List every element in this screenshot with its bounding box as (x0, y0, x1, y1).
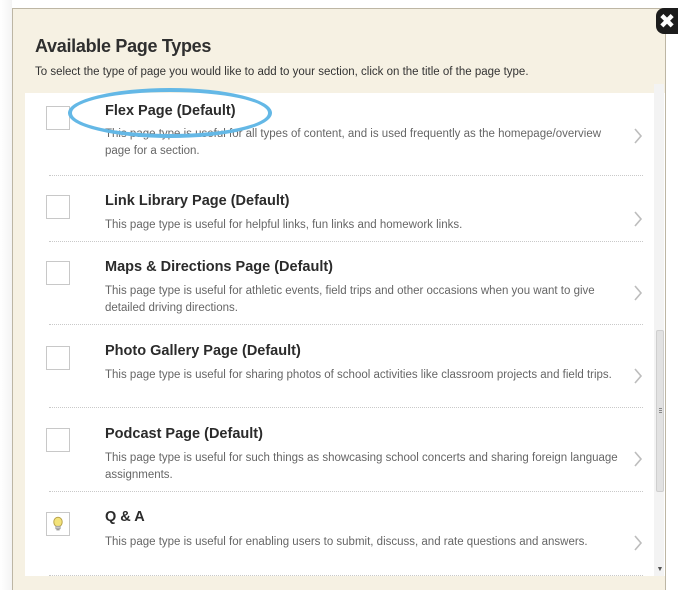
dialog-footer-edge (12, 576, 666, 590)
empty-box-icon (46, 195, 70, 219)
page-type-description: This page type is useful for helpful lin… (105, 219, 463, 231)
empty-box-icon (46, 428, 70, 452)
empty-box-icon (46, 261, 70, 285)
chevron-right-icon[interactable] (633, 451, 643, 467)
page-type-item-link-library[interactable]: Link Library Page (Default) This page ty… (25, 176, 665, 242)
close-button[interactable]: ✖ (656, 8, 678, 34)
grip-line (659, 408, 662, 409)
page-type-title[interactable]: Photo Gallery Page (Default) (105, 343, 301, 359)
page-type-item-podcast[interactable]: Podcast Page (Default) This page type is… (25, 408, 665, 492)
chevron-right-icon[interactable] (633, 535, 643, 551)
scrollbar-thumb[interactable] (656, 330, 664, 492)
chevron-right-icon[interactable] (633, 211, 643, 227)
page-types-dialog: Available Page Types To select the type … (12, 8, 666, 584)
grip-line (659, 412, 662, 413)
empty-box-icon (46, 106, 70, 130)
page-type-title[interactable]: Link Library Page (Default) (105, 193, 290, 209)
scroll-down-arrow-icon[interactable]: ▼ (656, 566, 664, 574)
page-type-description: This page type is useful for such things… (105, 452, 618, 481)
page-type-title[interactable]: Flex Page (Default) (105, 103, 236, 119)
dialog-instructions: To select the type of page you would lik… (35, 66, 529, 78)
chevron-right-icon[interactable] (633, 285, 643, 301)
backdrop-edge (0, 0, 12, 590)
grip-line (659, 410, 662, 411)
page-type-title[interactable]: Q & A (105, 509, 145, 525)
page-type-list: Flex Page (Default) This page type is us… (25, 93, 665, 584)
dialog-title: Available Page Types (35, 36, 212, 56)
dialog-header: Available Page Types To select the type … (13, 9, 665, 93)
page-type-title[interactable]: Podcast Page (Default) (105, 426, 263, 442)
page-type-item-flex[interactable]: Flex Page (Default) This page type is us… (25, 93, 665, 176)
page-type-item-photo-gallery[interactable]: Photo Gallery Page (Default) This page t… (25, 325, 665, 408)
page-type-description: This page type is useful for athletic ev… (105, 285, 595, 314)
lightbulb-icon (46, 512, 70, 536)
page-type-title[interactable]: Maps & Directions Page (Default) (105, 259, 333, 275)
page-type-item-q-and-a[interactable]: Q & A This page type is useful for enabl… (25, 492, 665, 576)
empty-box-icon (46, 346, 70, 370)
page-type-description: This page type is useful for sharing pho… (105, 369, 612, 381)
page-type-description: This page type is useful for enabling us… (105, 536, 588, 548)
page-type-item-maps-directions[interactable]: Maps & Directions Page (Default) This pa… (25, 242, 665, 325)
chevron-right-icon[interactable] (633, 368, 643, 384)
chevron-right-icon[interactable] (633, 128, 643, 144)
page-type-description: This page type is useful for all types o… (105, 128, 602, 157)
